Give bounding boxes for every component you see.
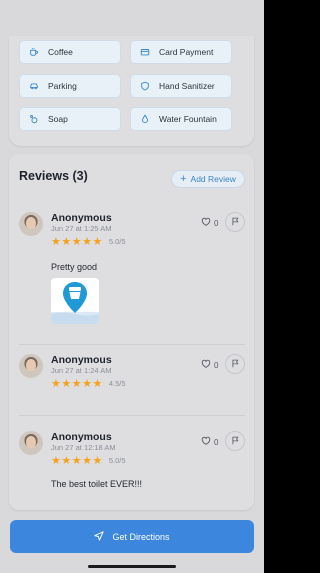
report-button[interactable] — [225, 212, 245, 232]
amenity-chip-parking: Parking — [19, 74, 121, 98]
report-button[interactable] — [225, 354, 245, 374]
amenities-card: Coffee Card Payment Parking Hand Sanitiz… — [9, 36, 254, 146]
review-item: Anonymous Jun 27 at 1:25 AM ★★★★★ 5.0/5 … — [19, 212, 245, 330]
review-date: Jun 27 at 1:24 AM — [51, 366, 112, 375]
like-button[interactable]: 0 — [201, 359, 218, 371]
get-directions-button[interactable]: Get Directions — [10, 520, 254, 553]
like-count: 0 — [214, 437, 219, 447]
review-score: 4.5/5 — [108, 379, 126, 388]
amenity-chip-hand-sanitizer: Hand Sanitizer — [130, 74, 232, 98]
flag-icon — [231, 355, 240, 373]
reviewer-name: Anonymous — [51, 354, 112, 366]
get-directions-label: Get Directions — [112, 531, 170, 542]
amenity-label: Coffee — [48, 47, 73, 57]
heart-icon — [201, 217, 211, 229]
flag-icon — [231, 213, 240, 231]
review-comment: Pretty good — [51, 262, 98, 272]
amenity-chip-card-payment: Card Payment — [130, 40, 232, 64]
heart-icon — [201, 436, 211, 448]
avatar — [19, 354, 43, 378]
reviewer-name: Anonymous — [51, 431, 112, 443]
amenity-label: Hand Sanitizer — [159, 81, 215, 91]
amenity-label: Card Payment — [159, 47, 214, 57]
review-score: 5.0/5 — [108, 237, 126, 246]
like-count: 0 — [214, 360, 219, 370]
avatar — [19, 212, 43, 236]
card-icon — [140, 47, 150, 57]
like-button[interactable]: 0 — [201, 217, 218, 229]
review-item: Anonymous Jun 27 at 1:24 AM ★★★★★ 4.5/5 … — [19, 354, 245, 394]
star-rating: ★★★★★ 5.0/5 — [51, 454, 126, 467]
amenity-chip-soap: Soap — [19, 107, 121, 131]
report-button[interactable] — [225, 431, 245, 451]
screen: Coffee Card Payment Parking Hand Sanitiz… — [0, 0, 264, 573]
review-comment: The best toilet EVER!!! — [51, 479, 143, 489]
shield-icon — [140, 81, 150, 91]
star-rating: ★★★★★ 4.5/5 — [51, 377, 126, 390]
navigation-arrow-icon — [94, 530, 105, 543]
star-rating: ★★★★★ 5.0/5 — [51, 235, 126, 248]
amenity-label: Parking — [48, 81, 77, 91]
reviewer-name: Anonymous — [51, 212, 112, 224]
divider — [19, 415, 245, 416]
heart-icon — [201, 359, 211, 371]
review-score: 5.0/5 — [108, 456, 126, 465]
avatar — [19, 431, 43, 455]
add-review-label: Add Review — [190, 174, 236, 184]
water-drop-icon — [140, 114, 150, 124]
review-date: Jun 27 at 1:25 AM — [51, 224, 112, 233]
divider — [19, 344, 245, 345]
like-button[interactable]: 0 — [201, 436, 218, 448]
reviews-card: Reviews (3) + Add Review Anonymous Jun 2… — [9, 154, 254, 510]
car-icon — [29, 81, 39, 91]
amenity-label: Soap — [48, 114, 68, 124]
amenity-chip-water-fountain: Water Fountain — [130, 107, 232, 131]
stars: ★★★★★ — [51, 236, 103, 248]
like-count: 0 — [214, 218, 219, 228]
reviews-title: Reviews (3) — [19, 169, 88, 183]
review-photo[interactable] — [51, 278, 99, 324]
home-indicator[interactable] — [88, 565, 176, 568]
stars: ★★★★★ — [51, 378, 103, 390]
flag-icon — [231, 432, 240, 450]
soap-icon — [29, 114, 39, 124]
review-item: Anonymous Jun 27 at 12:18 AM ★★★★★ 5.0/5… — [19, 431, 245, 491]
add-review-button[interactable]: + Add Review — [171, 170, 245, 188]
review-date: Jun 27 at 12:18 AM — [51, 443, 116, 452]
amenity-chip-coffee: Coffee — [19, 40, 121, 64]
plus-icon: + — [180, 172, 187, 185]
coffee-icon — [29, 47, 39, 57]
amenity-label: Water Fountain — [159, 114, 217, 124]
stars: ★★★★★ — [51, 455, 103, 467]
